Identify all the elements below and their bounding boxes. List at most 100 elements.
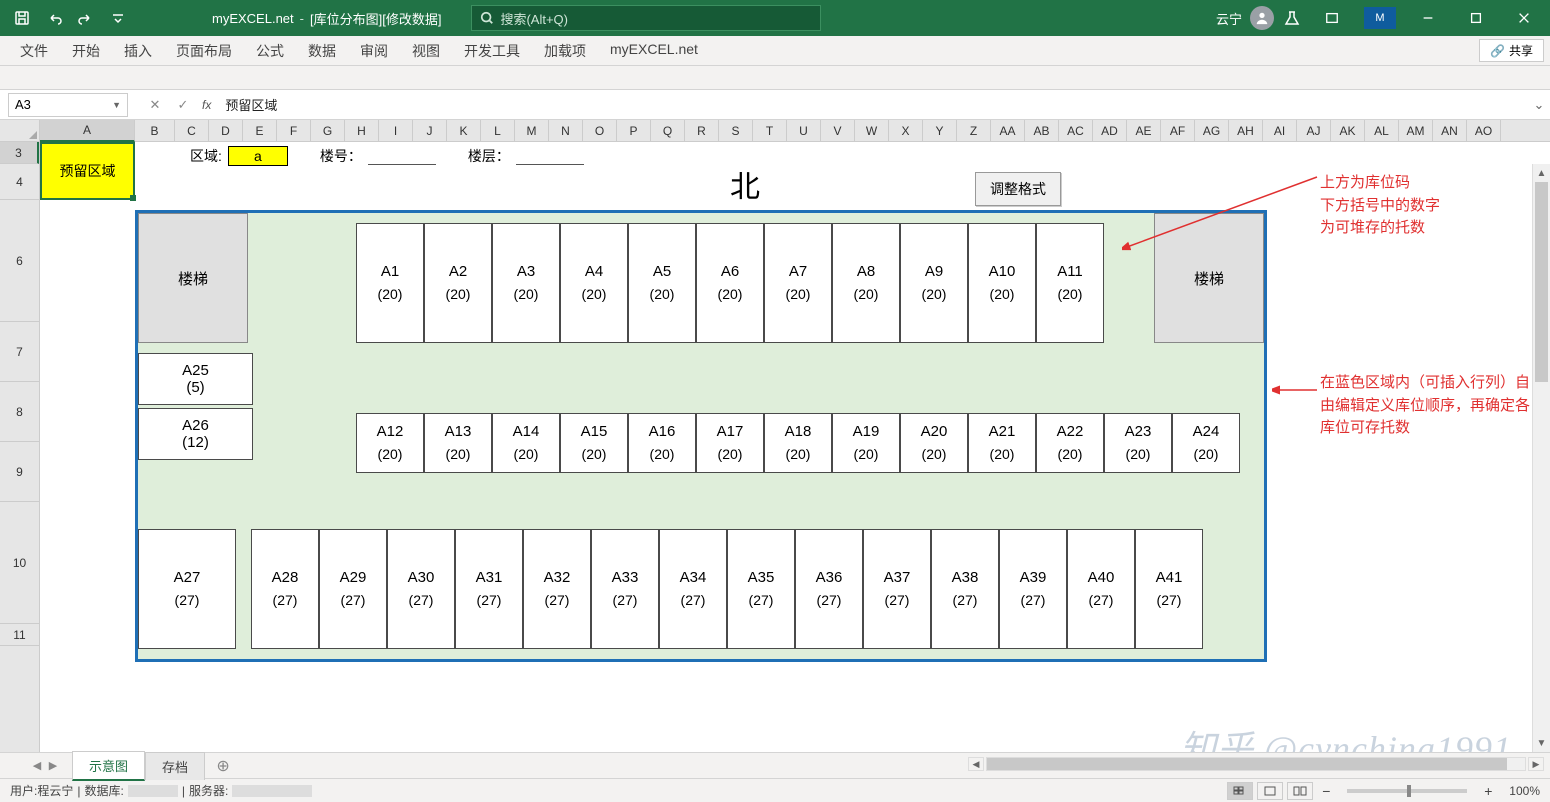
select-all-corner[interactable] xyxy=(0,120,40,142)
row-header[interactable]: 7 xyxy=(0,322,39,382)
col-header[interactable]: E xyxy=(243,120,277,142)
ribbon-tab[interactable]: 审阅 xyxy=(348,37,400,65)
trial-icon[interactable] xyxy=(1278,4,1306,32)
cancel-fx-icon[interactable]: ✕ xyxy=(142,94,168,116)
col-header[interactable]: AL xyxy=(1365,120,1399,142)
col-header[interactable]: AA xyxy=(991,120,1025,142)
col-header[interactable]: U xyxy=(787,120,821,142)
slot[interactable]: A11(20) xyxy=(1036,223,1104,343)
col-header[interactable]: P xyxy=(617,120,651,142)
col-header[interactable]: AB xyxy=(1025,120,1059,142)
slot[interactable]: A18(20) xyxy=(764,413,832,473)
worksheet[interactable]: 预留区域 区域: a 楼号： 楼层： 北 调整格式 楼梯 楼梯 A1(20)A2… xyxy=(40,142,1550,752)
minimize-icon[interactable] xyxy=(1406,0,1450,36)
sheet-tab-archive[interactable]: 存档 xyxy=(145,752,205,780)
zoom-slider[interactable] xyxy=(1347,789,1467,793)
maximize-icon[interactable] xyxy=(1454,0,1498,36)
col-header[interactable]: X xyxy=(889,120,923,142)
col-header[interactable]: I xyxy=(379,120,413,142)
slot[interactable]: A28(27) xyxy=(251,529,319,649)
col-header[interactable]: Z xyxy=(957,120,991,142)
share-button[interactable]: 🔗共享 xyxy=(1479,39,1544,62)
slot[interactable]: A22(20) xyxy=(1036,413,1104,473)
close-icon[interactable] xyxy=(1502,0,1546,36)
slot[interactable]: A1(20) xyxy=(356,223,424,343)
col-header[interactable]: AH xyxy=(1229,120,1263,142)
zoom-in-button[interactable]: + xyxy=(1479,783,1497,799)
row-header[interactable]: 8 xyxy=(0,382,39,442)
slot[interactable]: A14(20) xyxy=(492,413,560,473)
slot[interactable]: A6(20) xyxy=(696,223,764,343)
ribbon-tab[interactable]: 加载项 xyxy=(532,37,598,65)
row-header[interactable]: 4 xyxy=(0,164,39,200)
col-header[interactable]: F xyxy=(277,120,311,142)
slot-a25[interactable]: A25(5) xyxy=(138,353,253,405)
slot[interactable]: A36(27) xyxy=(795,529,863,649)
slot[interactable]: A39(27) xyxy=(999,529,1067,649)
zoom-out-button[interactable]: − xyxy=(1317,783,1335,799)
undo-icon[interactable] xyxy=(40,4,68,32)
col-header[interactable]: T xyxy=(753,120,787,142)
col-header[interactable]: N xyxy=(549,120,583,142)
slot[interactable]: A33(27) xyxy=(591,529,659,649)
col-header[interactable]: AE xyxy=(1127,120,1161,142)
ribbon-display-icon[interactable] xyxy=(1310,0,1354,36)
view-normal-icon[interactable] xyxy=(1227,782,1253,800)
slot[interactable]: A19(20) xyxy=(832,413,900,473)
col-header[interactable]: J xyxy=(413,120,447,142)
col-header[interactable]: AG xyxy=(1195,120,1229,142)
row-header[interactable]: 9 xyxy=(0,442,39,502)
slot[interactable]: A34(27) xyxy=(659,529,727,649)
ribbon-tab[interactable]: myEXCEL.net xyxy=(598,37,710,65)
name-box[interactable]: A3▼ xyxy=(8,93,128,117)
sheet-tab-active[interactable]: 示意图 xyxy=(72,751,145,781)
slot[interactable]: A9(20) xyxy=(900,223,968,343)
ribbon-tab[interactable]: 开始 xyxy=(60,37,112,65)
ribbon-tab[interactable]: 文件 xyxy=(8,37,60,65)
col-header[interactable]: H xyxy=(345,120,379,142)
col-header[interactable]: M xyxy=(515,120,549,142)
col-header[interactable]: Q xyxy=(651,120,685,142)
search-input[interactable]: 搜索(Alt+Q) xyxy=(471,5,821,31)
ribbon-tab[interactable]: 开发工具 xyxy=(452,37,532,65)
expand-fx-icon[interactable]: ⌄ xyxy=(1528,97,1550,113)
col-header[interactable]: O xyxy=(583,120,617,142)
view-pagebreak-icon[interactable] xyxy=(1287,782,1313,800)
row-header[interactable]: 3 xyxy=(0,142,39,164)
slot[interactable]: A24(20) xyxy=(1172,413,1240,473)
ribbon-tab[interactable]: 视图 xyxy=(400,37,452,65)
col-header[interactable]: AF xyxy=(1161,120,1195,142)
col-header[interactable]: C xyxy=(175,120,209,142)
slot[interactable]: A13(20) xyxy=(424,413,492,473)
slot[interactable]: A16(20) xyxy=(628,413,696,473)
row-header[interactable]: 6 xyxy=(0,200,39,322)
col-header[interactable]: R xyxy=(685,120,719,142)
slot[interactable]: A15(20) xyxy=(560,413,628,473)
slot[interactable]: A7(20) xyxy=(764,223,832,343)
slot[interactable]: A30(27) xyxy=(387,529,455,649)
ribbon-tab[interactable]: 插入 xyxy=(112,37,164,65)
enter-fx-icon[interactable]: ✓ xyxy=(170,94,196,116)
col-header[interactable]: AO xyxy=(1467,120,1501,142)
slot[interactable]: A10(20) xyxy=(968,223,1036,343)
slot[interactable]: A29(27) xyxy=(319,529,387,649)
col-header[interactable]: W xyxy=(855,120,889,142)
col-header[interactable]: G xyxy=(311,120,345,142)
row-header[interactable]: 10 xyxy=(0,502,39,624)
tab-nav[interactable]: ◀▶ xyxy=(30,759,60,773)
qat-dropdown-icon[interactable] xyxy=(104,4,132,32)
redo-icon[interactable] xyxy=(72,4,100,32)
floor-input[interactable] xyxy=(516,147,584,165)
slot[interactable]: A31(27) xyxy=(455,529,523,649)
slot[interactable]: A8(20) xyxy=(832,223,900,343)
col-header[interactable]: AM xyxy=(1399,120,1433,142)
slot[interactable]: A20(20) xyxy=(900,413,968,473)
col-header[interactable]: B xyxy=(135,120,175,142)
column-headers[interactable]: ABCDEFGHIJKLMNOPQRSTUVWXYZAAABACADAEAFAG… xyxy=(40,120,1550,142)
col-header[interactable]: AD xyxy=(1093,120,1127,142)
col-header[interactable]: AC xyxy=(1059,120,1093,142)
slot[interactable]: A12(20) xyxy=(356,413,424,473)
col-header[interactable]: Y xyxy=(923,120,957,142)
col-header[interactable]: D xyxy=(209,120,243,142)
slot[interactable]: A5(20) xyxy=(628,223,696,343)
